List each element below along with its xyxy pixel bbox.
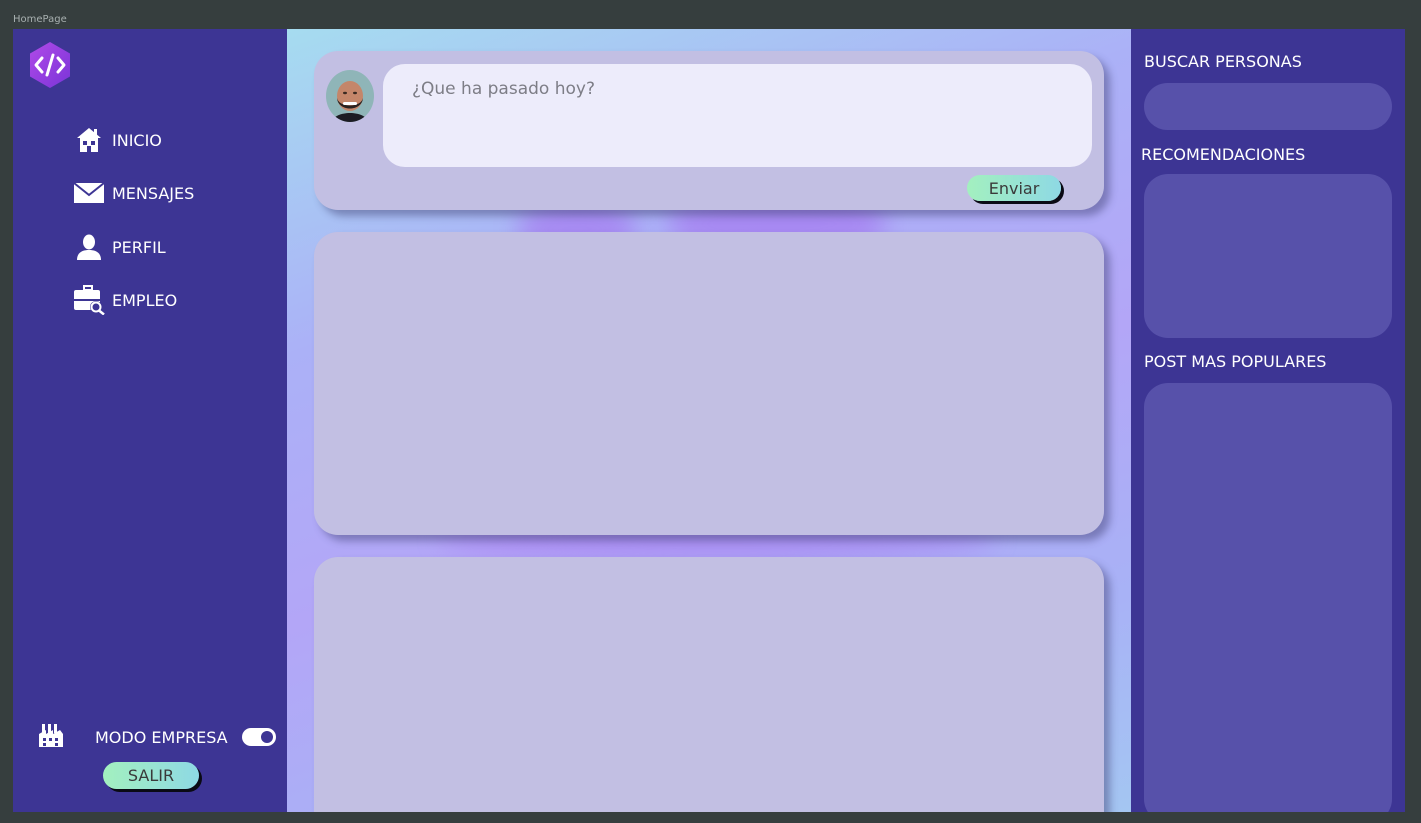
window-title: HomePage (13, 14, 67, 25)
factory-icon (37, 722, 65, 752)
popular-posts-title: POST MAS POPULARES (1144, 352, 1327, 371)
user-icon (73, 231, 105, 263)
nav-label-inicio: INICIO (112, 130, 162, 150)
nav-item-perfil[interactable]: PERFIL (73, 231, 263, 263)
recomendaciones-title: RECOMENDACIONES (1141, 145, 1306, 164)
modo-empresa-toggle[interactable] (241, 728, 276, 746)
code-logo-icon[interactable] (28, 41, 72, 89)
modo-empresa-row: MODO EMPRESA (37, 722, 277, 752)
people-search-input[interactable] (1144, 83, 1392, 130)
post-text-input[interactable] (383, 64, 1092, 167)
nav-label-mensajes: MENSAJES (112, 183, 195, 203)
avatar[interactable] (326, 70, 374, 122)
nav-item-inicio[interactable]: INICIO (73, 124, 263, 156)
left-sidebar: INICIO MENSAJES PERFIL EMPLEO MODO EMPRE… (13, 29, 287, 812)
envelope-icon (73, 177, 105, 209)
buscar-personas-title: BUSCAR PERSONAS (1144, 52, 1302, 71)
nav-item-mensajes[interactable]: MENSAJES (73, 177, 263, 209)
toggle-knob (260, 731, 273, 743)
nav-item-empleo[interactable]: EMPLEO (73, 284, 263, 316)
enviar-button[interactable]: Enviar (967, 175, 1061, 201)
nav-label-perfil: PERFIL (112, 237, 166, 257)
app-frame: INICIO MENSAJES PERFIL EMPLEO MODO EMPRE… (13, 29, 1405, 812)
feed-post-card[interactable] (314, 232, 1104, 535)
popular-posts-panel (1144, 383, 1392, 812)
salir-button[interactable]: SALIR (103, 762, 199, 789)
home-icon (73, 124, 105, 156)
right-sidebar: BUSCAR PERSONAS RECOMENDACIONES POST MAS… (1131, 29, 1405, 812)
feed-post-card[interactable] (314, 557, 1104, 812)
post-composer: Enviar (314, 51, 1104, 210)
modo-empresa-label: MODO EMPRESA (95, 727, 228, 747)
main-feed[interactable]: Enviar (287, 29, 1131, 812)
nav-label-empleo: EMPLEO (112, 290, 178, 310)
briefcase-search-icon (73, 284, 105, 316)
recommendations-panel (1144, 174, 1392, 338)
